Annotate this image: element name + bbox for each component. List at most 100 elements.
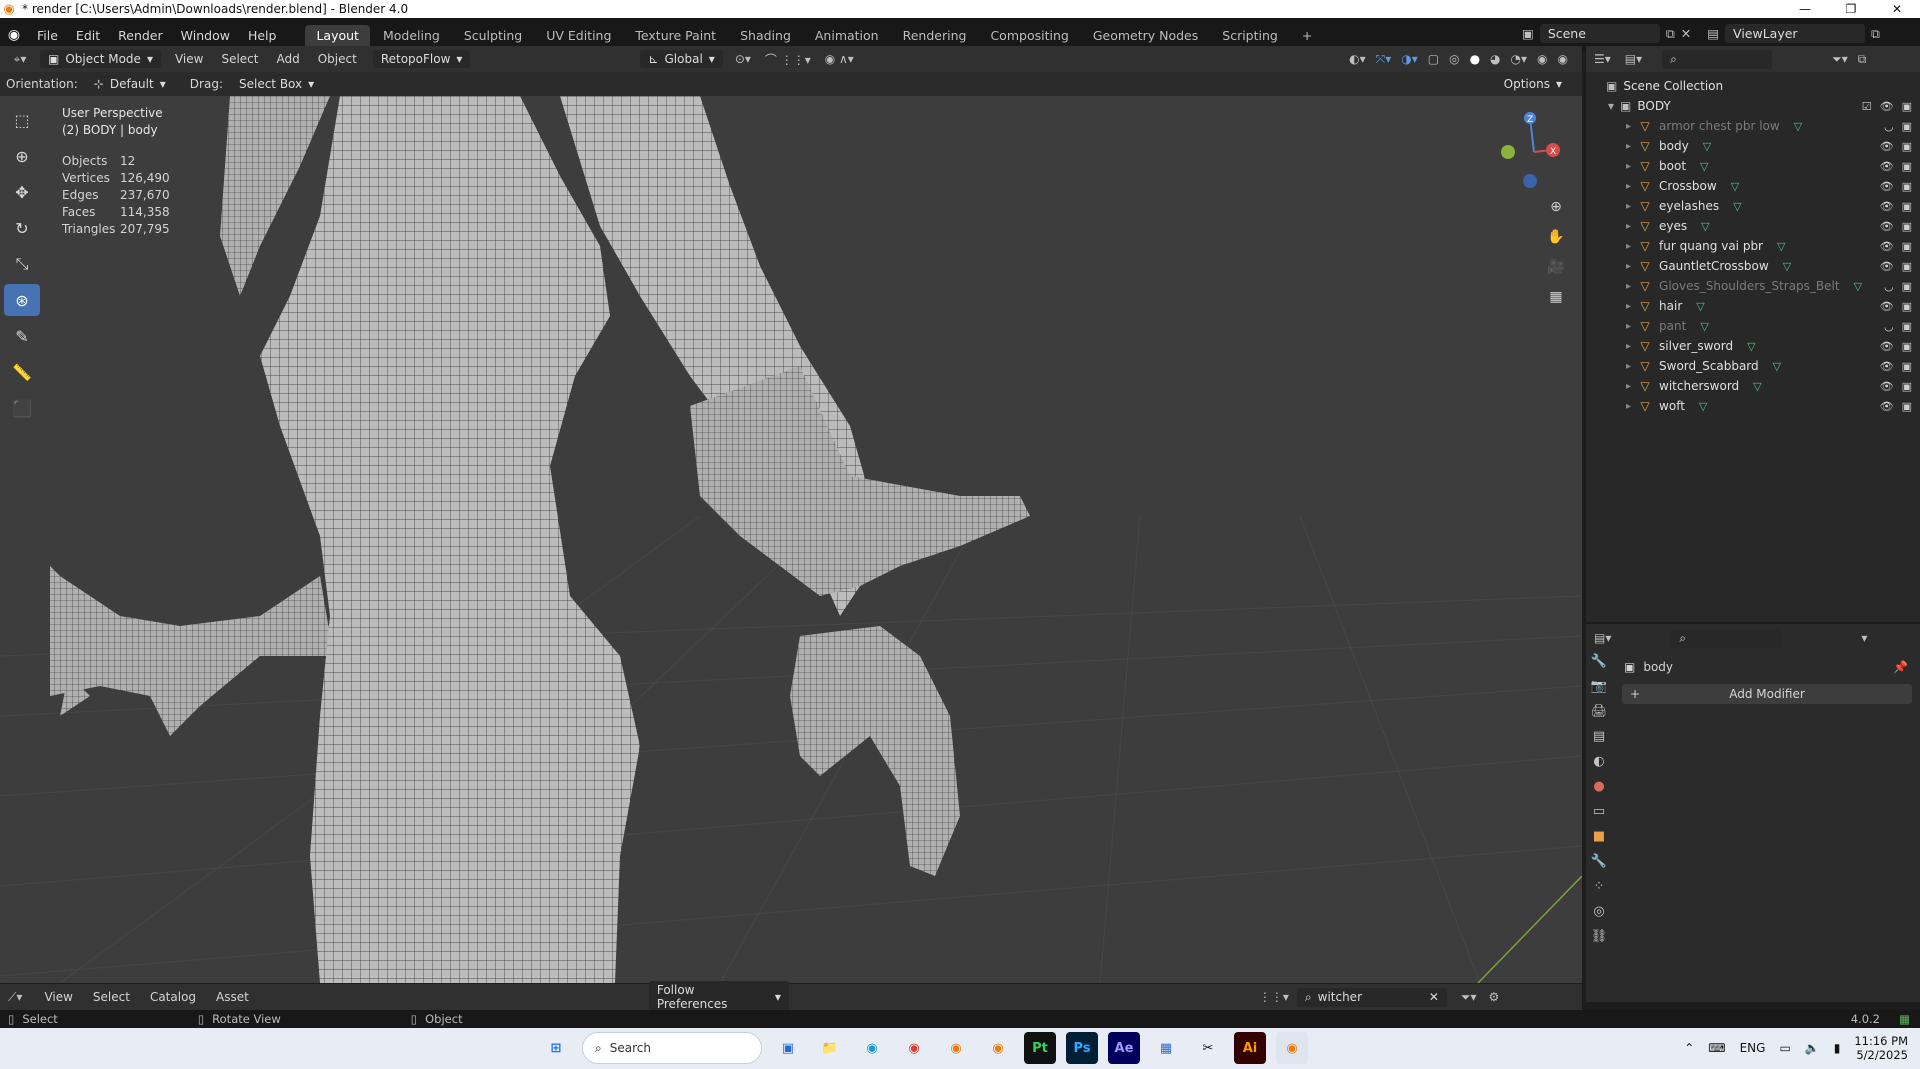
outliner-item[interactable]: ▸ ▽ eyes ▽ 👁 ▣ bbox=[1586, 216, 1920, 236]
store-app-icon[interactable]: ▦ bbox=[1150, 1032, 1182, 1064]
camera-icon[interactable]: ▣ bbox=[1902, 340, 1912, 353]
asset-editor-type-icon[interactable]: ⟋▾ bbox=[8, 990, 22, 1005]
scale-tool-icon[interactable]: ⤡ bbox=[4, 248, 40, 280]
camera-icon[interactable]: ▣ bbox=[1902, 100, 1912, 113]
close-button[interactable]: ✕ bbox=[1874, 0, 1920, 18]
eye-icon[interactable]: 👁 bbox=[1880, 100, 1894, 113]
zoom-icon[interactable]: ⊕ bbox=[1544, 196, 1568, 218]
menu-select[interactable]: Select bbox=[221, 52, 258, 66]
snap-icon[interactable]: ⌒ ⋮⋮▾ bbox=[765, 51, 811, 68]
transform-tool-icon[interactable]: ⊛ bbox=[4, 284, 40, 316]
collection-row[interactable]: ▾ ▣ BODY ☑ 👁 ▣ bbox=[1586, 96, 1920, 116]
scene-selector[interactable]: Scene bbox=[1539, 24, 1660, 43]
display-mode-icon[interactable]: ⋮⋮▾ bbox=[1259, 990, 1289, 1004]
language-indicator[interactable]: ENG bbox=[1740, 1041, 1766, 1055]
tab-rendering[interactable]: Rendering bbox=[892, 25, 978, 46]
camera-icon[interactable]: ▣ bbox=[1902, 360, 1912, 373]
rendered-shading-icon[interactable]: ◔▾ bbox=[1511, 52, 1528, 66]
eye-icon[interactable]: 👁 bbox=[1880, 240, 1894, 253]
camera-icon[interactable]: ▣ bbox=[1902, 160, 1912, 173]
pan-hand-icon[interactable]: ✋ bbox=[1544, 226, 1568, 248]
asset-menu-catalog[interactable]: Catalog bbox=[150, 990, 196, 1004]
menu-retopoflow[interactable]: RetopoFlow ▾ bbox=[372, 50, 471, 68]
asset-search-input[interactable]: ⌕ witcher ✕ bbox=[1296, 987, 1447, 1007]
tab-compositing[interactable]: Compositing bbox=[979, 25, 1079, 46]
mesh-data-icon[interactable]: ▽ bbox=[1731, 180, 1739, 193]
scene-collection-row[interactable]: ▣ Scene Collection bbox=[1586, 76, 1920, 96]
eye-icon[interactable]: 👁 bbox=[1880, 160, 1894, 173]
start-button-icon[interactable]: ⊞ bbox=[540, 1032, 572, 1064]
menu-object[interactable]: Object bbox=[318, 52, 357, 66]
mesh-data-icon[interactable]: ▽ bbox=[1777, 240, 1785, 253]
outliner-item[interactable]: ▸ ▽ armor chest pbr low ▽ ◡ ▣ bbox=[1586, 116, 1920, 136]
camera-icon[interactable]: ▣ bbox=[1902, 120, 1912, 133]
output-tab-icon[interactable]: 🖨 bbox=[1591, 704, 1608, 719]
measure-tool-icon[interactable]: 📏 bbox=[4, 356, 40, 388]
outliner-item[interactable]: ▸ ▽ eyelashes ▽ 👁 ▣ bbox=[1586, 196, 1920, 216]
eye-closed-icon[interactable]: ◡ bbox=[1884, 320, 1894, 333]
eye-icon[interactable]: 👁 bbox=[1880, 140, 1894, 153]
outliner-item[interactable]: ▸ ▽ fur quang vai pbr ▽ 👁 ▣ bbox=[1586, 236, 1920, 256]
new-collection-icon[interactable]: ⧉ bbox=[1858, 52, 1867, 67]
tab-geometry-nodes[interactable]: Geometry Nodes bbox=[1082, 25, 1209, 46]
navigation-gizmo[interactable]: Z X bbox=[1500, 106, 1570, 199]
expand-arrow-icon[interactable]: ▸ bbox=[1626, 161, 1631, 172]
after-effects-app-icon[interactable]: Ae bbox=[1108, 1032, 1140, 1064]
illustrator-app-icon[interactable]: Ai bbox=[1234, 1032, 1266, 1064]
mesh-data-icon[interactable]: ▽ bbox=[1753, 380, 1761, 393]
grid-perspective-icon[interactable]: ▦ bbox=[1544, 286, 1568, 308]
mesh-data-icon[interactable]: ▽ bbox=[1696, 300, 1704, 313]
expand-arrow-icon[interactable]: ▸ bbox=[1626, 201, 1631, 212]
tab-sculpting[interactable]: Sculpting bbox=[453, 25, 533, 46]
mesh-data-icon[interactable]: ▽ bbox=[1733, 200, 1741, 213]
camera-view-icon[interactable]: ◉ bbox=[1558, 52, 1568, 66]
capcut-app-icon[interactable]: ✂ bbox=[1192, 1032, 1224, 1064]
outliner-item[interactable]: ▸ ▽ silver_sword ▽ 👁 ▣ bbox=[1586, 336, 1920, 356]
blender-menu-icon[interactable]: ◉ bbox=[0, 27, 28, 43]
maximize-button[interactable]: ❐ bbox=[1828, 0, 1874, 18]
photoshop-app-icon[interactable]: Ps bbox=[1066, 1032, 1098, 1064]
modifier-tab-icon[interactable]: 🔧 bbox=[1591, 854, 1607, 869]
eye-closed-icon[interactable]: ◡ bbox=[1884, 280, 1894, 293]
minimize-button[interactable]: — bbox=[1782, 0, 1828, 18]
tab-texture-paint[interactable]: Texture Paint bbox=[624, 25, 727, 46]
outliner-item[interactable]: ▸ ▽ witchersword ▽ 👁 ▣ bbox=[1586, 376, 1920, 396]
blender-active-app-icon[interactable]: ◉ bbox=[1276, 1032, 1308, 1064]
expand-arrow-icon[interactable]: ▸ bbox=[1626, 321, 1631, 332]
battery-icon[interactable]: ▮ bbox=[1834, 1041, 1841, 1055]
keyboard-icon[interactable]: ⌨ bbox=[1708, 1041, 1725, 1055]
camera-icon[interactable]: ▣ bbox=[1902, 140, 1912, 153]
pin-icon[interactable]: 📌 bbox=[1893, 660, 1908, 674]
mesh-data-icon[interactable]: ▽ bbox=[1700, 320, 1708, 333]
particles-tab-icon[interactable]: ⁘ bbox=[1594, 879, 1605, 894]
outliner-item[interactable]: ▸ ▽ woft ▽ 👁 ▣ bbox=[1586, 396, 1920, 416]
eye-icon[interactable]: 👁 bbox=[1880, 340, 1894, 353]
volume-icon[interactable]: 🔈 bbox=[1805, 1041, 1820, 1055]
mesh-data-icon[interactable]: ▽ bbox=[1703, 140, 1711, 153]
tool-tab-icon[interactable]: 🔧 bbox=[1591, 654, 1607, 669]
view-layer-selector[interactable]: ViewLayer bbox=[1725, 24, 1866, 43]
solid-shading-icon[interactable]: ● bbox=[1470, 52, 1480, 66]
eye-icon[interactable]: 👁 bbox=[1880, 360, 1894, 373]
menu-render[interactable]: Render bbox=[109, 28, 172, 43]
taskview-icon[interactable]: ▣ bbox=[772, 1032, 804, 1064]
eye-icon[interactable]: 👁 bbox=[1880, 260, 1894, 273]
delete-scene-icon[interactable]: ✕ bbox=[1681, 26, 1691, 41]
expand-arrow-icon[interactable]: ▸ bbox=[1626, 341, 1631, 352]
camera-icon[interactable]: 🎥 bbox=[1544, 256, 1568, 278]
cursor-tool-icon[interactable]: ⊕ bbox=[4, 140, 40, 172]
import-method-selector[interactable]: Follow Preferences ▾ bbox=[648, 981, 789, 1013]
chrome-browser-icon[interactable]: ◉ bbox=[898, 1032, 930, 1064]
expand-arrow-icon[interactable]: ▸ bbox=[1626, 281, 1631, 292]
eye-icon[interactable]: 👁 bbox=[1880, 400, 1894, 413]
material-shading-icon[interactable]: ◕ bbox=[1490, 52, 1500, 66]
menu-help[interactable]: Help bbox=[239, 28, 286, 43]
eye-icon[interactable]: 👁 bbox=[1880, 220, 1894, 233]
updates-icon[interactable]: ▦ bbox=[1899, 1012, 1910, 1026]
outliner-item[interactable]: ▸ ▽ Sword_Scabbard ▽ 👁 ▣ bbox=[1586, 356, 1920, 376]
expand-arrow-icon[interactable]: ▸ bbox=[1626, 181, 1631, 192]
new-view-layer-icon[interactable]: ⧉ bbox=[1871, 26, 1880, 42]
mesh-data-icon[interactable]: ▽ bbox=[1794, 120, 1802, 133]
overlay-icon[interactable]: ◑▾ bbox=[1401, 52, 1418, 66]
eye-icon[interactable]: 👁 bbox=[1880, 180, 1894, 193]
